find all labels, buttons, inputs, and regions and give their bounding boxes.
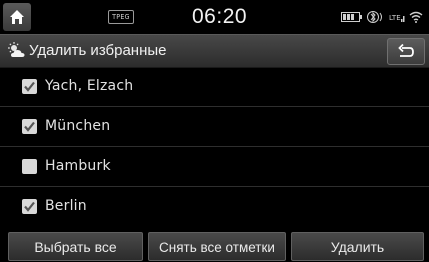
checkbox-checked[interactable] xyxy=(22,79,37,94)
back-icon xyxy=(398,43,414,57)
list-item-label: Yach, Elzach xyxy=(45,78,134,94)
checkmark-icon xyxy=(24,121,35,132)
bluetooth-phone-icon xyxy=(367,11,382,23)
list-item-label: Berlin xyxy=(45,198,87,214)
list-item-label: Hamburk xyxy=(45,158,111,174)
svg-text:LTE: LTE xyxy=(389,14,401,22)
home-button[interactable] xyxy=(3,3,31,31)
page-title: Удалить избранные xyxy=(29,42,167,59)
tpeg-badge: TPEG xyxy=(108,10,134,24)
bottom-bar: Выбрать все Снять все отметки Удалить xyxy=(0,231,429,262)
list-item-label: München xyxy=(45,118,111,134)
checkbox-checked[interactable] xyxy=(22,119,37,134)
list-item[interactable]: Berlin xyxy=(0,187,429,226)
clock: 06:20 xyxy=(192,5,248,28)
title-bar: Удалить избранные xyxy=(0,34,429,68)
checkbox-unchecked[interactable] xyxy=(22,159,37,174)
list-item[interactable]: Yach, Elzach xyxy=(0,67,429,107)
battery-icon xyxy=(341,12,362,22)
weather-icon xyxy=(8,42,25,57)
favorites-list: Yach, Elzach München Hamburk Berlin xyxy=(0,67,429,226)
checkmark-icon xyxy=(24,81,35,92)
home-icon xyxy=(10,10,24,24)
back-button[interactable] xyxy=(387,38,425,65)
signal-icon: LTE xyxy=(389,14,405,22)
system-icons: LTE xyxy=(341,9,423,25)
select-all-button[interactable]: Выбрать все xyxy=(8,232,143,261)
checkmark-icon xyxy=(24,201,35,212)
deselect-all-button[interactable]: Снять все отметки xyxy=(148,232,286,261)
delete-button[interactable]: Удалить xyxy=(291,232,424,261)
list-item[interactable]: Hamburk xyxy=(0,147,429,187)
wifi-icon xyxy=(409,11,423,23)
list-item[interactable]: München xyxy=(0,107,429,147)
status-bar: TPEG 06:20 LTE xyxy=(0,0,429,34)
checkbox-checked[interactable] xyxy=(22,199,37,214)
